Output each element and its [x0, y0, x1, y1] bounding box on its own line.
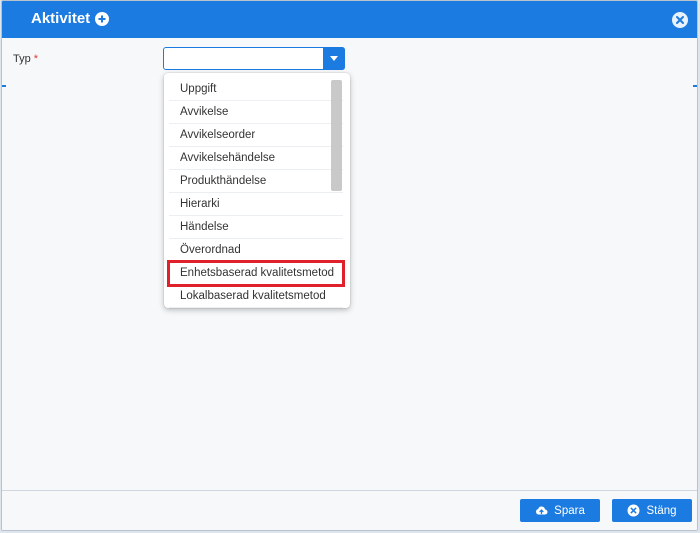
type-dropdown-menu: Uppgift Avvikelse Avvikelseorder Avvikel… [164, 73, 350, 308]
dialog-title: Aktivitet [31, 10, 91, 27]
title-wrap: Aktivitet [31, 10, 110, 28]
save-button[interactable]: Spara [520, 499, 600, 522]
dropdown-option[interactable]: Överordnad [169, 239, 343, 262]
close-button-label: Stäng [646, 504, 677, 517]
save-button-label: Spara [554, 504, 585, 517]
dropdown-options-list: Uppgift Avvikelse Avvikelseorder Avvikel… [164, 73, 350, 308]
close-circle-icon[interactable] [672, 12, 688, 28]
dropdown-scrollbar-thumb[interactable] [331, 80, 342, 191]
dialog-header: Aktivitet [2, 1, 697, 38]
cloud-upload-icon [535, 504, 548, 517]
type-field-label: Typ * [13, 53, 38, 65]
dropdown-option[interactable]: Avvikelse [169, 101, 343, 124]
dialog-footer: Spara Stäng [2, 491, 697, 530]
activity-dialog: Aktivitet Typ * Uppgift Avvikelse Avvike… [1, 0, 698, 531]
dropdown-option[interactable]: Produkthändelse [169, 170, 343, 193]
type-label-text: Typ [13, 53, 31, 65]
required-marker: * [33, 53, 39, 65]
x-circle-icon [627, 504, 640, 517]
side-divider-right [693, 85, 697, 87]
dropdown-option[interactable]: Uppgift [169, 78, 343, 101]
dropdown-option-highlighted[interactable]: Enhetsbaserad kvalitetsmetod [167, 260, 345, 287]
dropdown-option[interactable]: Avvikelsehändelse [169, 147, 343, 170]
dropdown-option[interactable]: Hierarki [169, 193, 343, 216]
close-button[interactable]: Stäng [612, 499, 692, 522]
caret-down-icon[interactable] [323, 47, 345, 70]
side-divider-left [2, 85, 6, 87]
type-select[interactable] [163, 47, 345, 70]
dropdown-option[interactable]: Lokalbaserad kvalitetsmetod [169, 285, 343, 308]
plus-circle-icon[interactable] [95, 12, 110, 26]
dropdown-option[interactable]: Händelse [169, 216, 343, 239]
dropdown-option[interactable]: Avvikelseorder [169, 124, 343, 147]
